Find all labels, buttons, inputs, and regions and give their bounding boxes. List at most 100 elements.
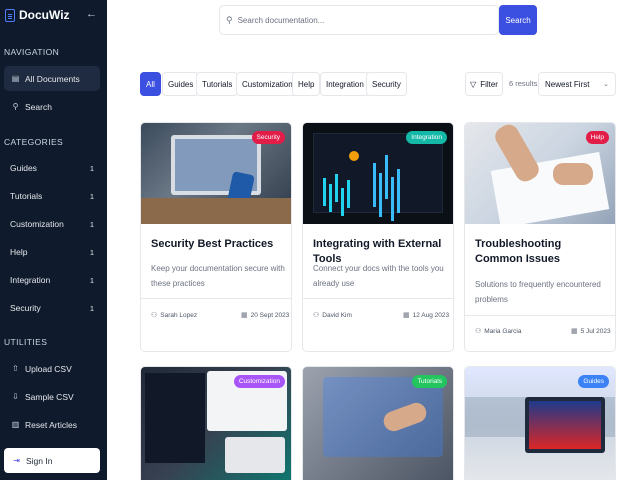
article-image: Integration: [303, 123, 453, 224]
category-count: 1: [89, 275, 94, 285]
card-divider: [141, 298, 291, 299]
document-icon: ▤: [11, 74, 20, 83]
search-bar: ⚲: [219, 5, 499, 35]
article-date: ▦ 12 Aug 2023: [403, 311, 450, 320]
sidebar-item-search[interactable]: ⚲ Search: [4, 94, 100, 119]
sidebar-item-all-documents[interactable]: ▤ All Documents: [4, 66, 100, 91]
date-text: 5 Jul 2023: [580, 327, 611, 335]
filter-chip-help[interactable]: Help: [292, 72, 321, 96]
article-card[interactable]: Customization: [140, 366, 292, 480]
card-divider: [303, 298, 453, 299]
upload-csv-button[interactable]: ⇧ Upload CSV: [4, 356, 100, 381]
utilities-section-label: UTILITIES: [4, 337, 48, 347]
sign-in-icon: ⇥: [13, 456, 20, 465]
article-author: ⚇ Sarah Lopez: [151, 311, 198, 320]
download-icon: ⇩: [12, 392, 19, 401]
search-input[interactable]: [237, 15, 488, 25]
nav-section-label: NAVIGATION: [4, 47, 60, 57]
category-badge: Customization: [233, 375, 285, 388]
article-description: Connect your docs with the tools you alr…: [313, 264, 444, 288]
category-count: 1: [89, 191, 94, 201]
category-count: 1: [89, 247, 94, 257]
filter-chip-tutorials[interactable]: Tutorials: [196, 72, 239, 96]
sidebar-item-label: Search: [25, 101, 52, 112]
category-count: 1: [89, 163, 94, 173]
article-date: ▦ 5 Jul 2023: [571, 327, 611, 336]
date-text: 12 Aug 2023: [412, 311, 450, 319]
sign-in-button[interactable]: ⇥ Sign In: [4, 448, 100, 473]
filter-chip-guides[interactable]: Guides: [162, 72, 200, 96]
article-author: ⚇ Maria Garcia: [475, 327, 522, 336]
search-icon: ⚲: [12, 102, 19, 111]
article-title: Security Best Practices: [151, 238, 274, 250]
category-badge: Guides: [578, 375, 609, 388]
calendar-icon: ▦: [403, 312, 410, 319]
reset-articles-button[interactable]: ▥ Reset Articles: [4, 412, 100, 437]
category-label: Security: [10, 303, 41, 313]
category-label: Guides: [10, 163, 37, 173]
category-count: 1: [89, 303, 94, 313]
brand[interactable]: DocuWiz: [5, 8, 70, 22]
results-count: 6 results: [509, 79, 538, 88]
arrow-left-icon[interactable]: ←: [86, 8, 97, 20]
filter-icon: ▽: [470, 79, 477, 89]
search-icon: ⚲: [226, 14, 233, 25]
sort-select[interactable]: Newest First ⌄: [538, 72, 616, 96]
trash-icon: ▥: [11, 420, 20, 429]
category-label: Customization: [10, 219, 64, 229]
author-name: David Kim: [322, 311, 352, 319]
category-badge: Security: [251, 131, 285, 144]
category-item-help[interactable]: Help 1: [4, 241, 100, 263]
article-date: ▦ 20 Sept 2023: [241, 311, 290, 320]
sort-value: Newest First: [545, 79, 590, 89]
sign-in-label: Sign In: [26, 455, 53, 466]
filter-chip-all[interactable]: All: [140, 72, 161, 96]
article-image: Tutorials: [303, 367, 453, 480]
calendar-icon: ▦: [571, 328, 578, 335]
utility-label: Reset Articles: [25, 419, 77, 430]
utility-label: Sample CSV: [25, 391, 74, 402]
sidebar-item-label: All Documents: [25, 73, 80, 84]
user-icon: ⚇: [475, 328, 482, 335]
document-logo-icon: [5, 8, 15, 22]
article-image: Help: [465, 123, 615, 224]
utility-label: Upload CSV: [25, 363, 72, 374]
category-item-guides[interactable]: Guides 1: [4, 157, 100, 179]
article-description: Keep your documentation secure with thes…: [151, 264, 285, 288]
search-button[interactable]: Search: [499, 5, 537, 35]
category-badge: Integration: [406, 131, 447, 144]
sample-csv-button[interactable]: ⇩ Sample CSV: [4, 384, 100, 409]
categories-section-label: CATEGORIES: [4, 137, 64, 147]
article-card[interactable]: Security Security Best Practices Keep yo…: [140, 122, 292, 352]
category-item-security[interactable]: Security 1: [4, 297, 100, 319]
category-item-customization[interactable]: Customization 1: [4, 213, 100, 235]
user-icon: ⚇: [313, 312, 320, 319]
filter-chip-integration[interactable]: Integration: [320, 72, 370, 96]
article-image: Security: [141, 123, 291, 224]
article-card[interactable]: Guides: [464, 366, 616, 480]
brand-name: DocuWiz: [19, 8, 70, 22]
filter-chip-security[interactable]: Security: [366, 72, 407, 96]
filter-button[interactable]: ▽ Filter: [465, 72, 503, 96]
article-card[interactable]: Tutorials: [302, 366, 454, 480]
article-card[interactable]: Integration Integrating with External To…: [302, 122, 454, 352]
category-label: Integration: [10, 275, 51, 285]
article-author: ⚇ David Kim: [313, 311, 352, 320]
category-item-integration[interactable]: Integration 1: [4, 269, 100, 291]
category-item-tutorials[interactable]: Tutorials 1: [4, 185, 100, 207]
author-name: Sarah Lopez: [160, 311, 198, 319]
card-divider: [465, 315, 615, 316]
author-name: Maria Garcia: [484, 327, 522, 335]
article-description: Solutions to frequently encountered prob…: [475, 280, 601, 304]
sidebar: DocuWiz ← NAVIGATION ▤ All Documents ⚲ S…: [0, 0, 107, 480]
filter-chip-customization[interactable]: Customization: [236, 72, 299, 96]
article-card[interactable]: Help Troubleshooting Common Issues Solut…: [464, 122, 616, 352]
category-badge: Tutorials: [412, 375, 447, 388]
user-icon: ⚇: [151, 312, 158, 319]
category-label: Tutorials: [10, 191, 43, 201]
category-label: Help: [10, 247, 28, 257]
category-badge: Help: [585, 131, 609, 144]
date-text: 20 Sept 2023: [250, 311, 290, 319]
article-title: Troubleshooting Common Issues: [475, 238, 562, 265]
article-image: Guides: [465, 367, 615, 480]
